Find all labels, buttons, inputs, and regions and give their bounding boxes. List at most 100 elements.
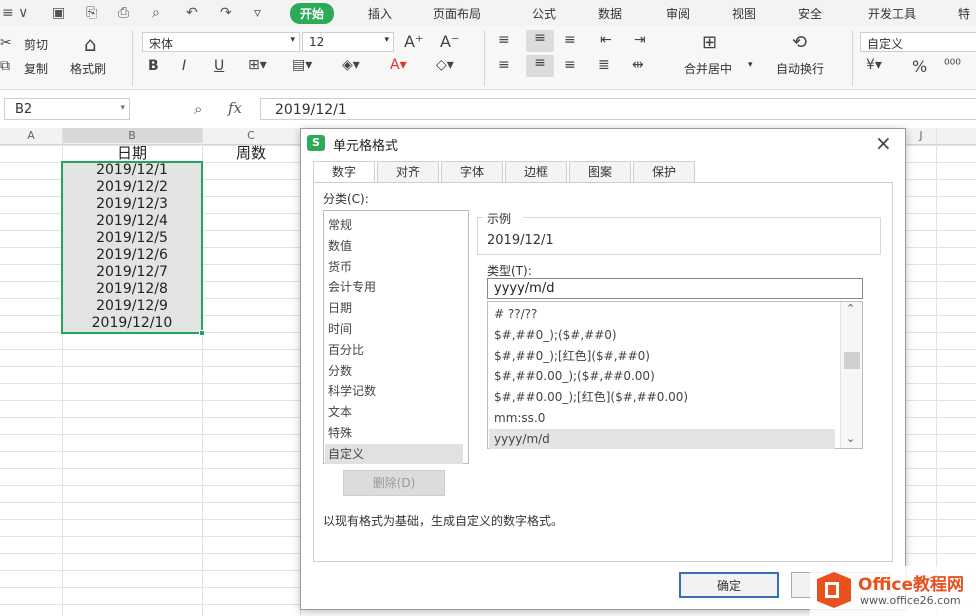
type-item[interactable]: # ??/?? <box>494 304 537 324</box>
redo-icon[interactable]: ↷ <box>220 5 232 21</box>
fill-handle[interactable] <box>199 330 205 336</box>
undo-icon[interactable]: ↶ <box>186 5 198 21</box>
type-item[interactable]: mm:ss.0 <box>494 408 545 428</box>
zoom-icon[interactable]: ⌕ <box>194 100 202 118</box>
type-item[interactable]: $#,##0.00_);[红色]($#,##0.00) <box>494 387 688 407</box>
category-item[interactable]: 货币 <box>328 257 352 277</box>
cut-button[interactable]: 剪切 <box>24 36 48 53</box>
align-middle-icon[interactable]: ≡ <box>526 30 554 52</box>
decrease-font-icon[interactable]: A⁻ <box>440 32 459 51</box>
category-item[interactable]: 数值 <box>328 236 352 256</box>
tab-home[interactable]: 开始 <box>290 3 335 24</box>
italic-icon[interactable]: I <box>182 58 186 74</box>
category-item[interactable]: 常规 <box>328 215 352 235</box>
scrollbar-thumb[interactable] <box>844 352 860 369</box>
justify-icon[interactable]: ≣ <box>598 57 610 73</box>
column-header-b[interactable]: B <box>62 128 202 143</box>
category-item[interactable]: 时间 <box>328 319 352 339</box>
category-item[interactable]: 分数 <box>328 361 352 381</box>
clear-icon[interactable]: ◇▾ <box>436 57 454 73</box>
category-item[interactable]: 自定义 <box>325 443 463 464</box>
tab-formulas[interactable]: 公式 <box>532 5 556 22</box>
merge-center-button[interactable]: 合并居中 <box>684 60 732 77</box>
tab-insert[interactable]: 插入 <box>368 5 392 22</box>
dialog-tab-alignment[interactable]: 对齐 <box>377 161 439 183</box>
cell-b1[interactable]: 日期 <box>62 145 202 162</box>
underline-icon[interactable]: U <box>214 58 224 74</box>
dialog-tab-pattern[interactable]: 图案 <box>569 161 631 183</box>
currency-icon[interactable]: ¥▾ <box>866 57 882 73</box>
scroll-down-icon[interactable]: ⌄ <box>846 432 855 445</box>
bold-icon[interactable]: B <box>148 58 159 74</box>
format-cells-dialog: S 单元格格式 × 数字 对齐 字体 边框 图案 保护 分类(C): 常规 数值货… <box>300 128 906 610</box>
increase-indent-icon[interactable]: ⇥ <box>634 32 646 48</box>
tab-more[interactable]: 特 <box>958 5 970 22</box>
ok-button[interactable]: 确定 <box>679 572 779 598</box>
export-icon[interactable]: ⎘ <box>86 5 97 21</box>
category-item[interactable]: 百分比 <box>328 340 364 360</box>
tab-view[interactable]: 视图 <box>732 5 756 22</box>
print-preview-icon[interactable]: ⌕ <box>152 5 160 21</box>
close-icon[interactable]: × <box>875 131 892 155</box>
category-item[interactable]: 日期 <box>328 298 352 318</box>
tab-page-layout[interactable]: 页面布局 <box>433 5 481 22</box>
tab-security[interactable]: 安全 <box>798 5 822 22</box>
align-top-icon[interactable]: ≡ <box>498 32 510 48</box>
chevron-down-icon[interactable]: ▾ <box>748 60 753 70</box>
copy-button[interactable]: 复制 <box>24 60 48 77</box>
scrollbar[interactable]: ⌃ ⌄ <box>840 302 862 448</box>
align-bottom-icon[interactable]: ≡ <box>564 32 576 48</box>
type-list[interactable]: ⌃ ⌄ # ??/?? $#,##0_);($#,##0) $#,##0_);[红色… <box>487 301 863 449</box>
name-box[interactable]: B2 ▾ <box>4 98 130 120</box>
type-item[interactable]: $#,##0.00_);($#,##0.00) <box>494 366 655 386</box>
tab-developer[interactable]: 开发工具 <box>868 5 916 22</box>
dialog-tab-number[interactable]: 数字 <box>313 161 375 183</box>
column-header-j[interactable]: J <box>906 129 936 142</box>
separator <box>132 30 133 86</box>
menu-chevron-icon[interactable]: ≡ ∨ <box>2 5 28 21</box>
percent-icon[interactable]: % <box>912 57 927 76</box>
sample-value: 2019/12/1 <box>487 233 554 248</box>
font-name-select[interactable]: 宋体 ▾ <box>142 32 300 52</box>
save-icon[interactable]: ▣ <box>52 5 65 21</box>
category-item[interactable]: 特殊 <box>328 423 352 443</box>
decrease-indent-icon[interactable]: ⇤ <box>600 32 612 48</box>
border-icon[interactable]: ⊞▾ <box>248 57 267 73</box>
dialog-tab-border[interactable]: 边框 <box>505 161 567 183</box>
function-icon[interactable]: fx <box>228 99 242 117</box>
dialog-tab-protection[interactable]: 保护 <box>633 161 695 183</box>
tab-data[interactable]: 数据 <box>598 5 622 22</box>
number-format-select[interactable]: 自定义 <box>860 32 976 52</box>
type-input[interactable] <box>487 278 863 299</box>
print-icon[interactable]: ⎙ <box>118 5 129 21</box>
scroll-up-icon[interactable]: ⌃ <box>846 302 855 315</box>
column-header-a[interactable]: A <box>0 129 62 142</box>
column-header-c[interactable]: C <box>202 129 300 142</box>
font-color-icon[interactable]: A▾ <box>390 57 407 73</box>
align-right-icon[interactable]: ≡ <box>564 57 576 73</box>
align-left-icon[interactable]: ≡ <box>498 57 510 73</box>
wrap-text-button[interactable]: 自动换行 <box>776 60 824 77</box>
thousands-icon[interactable]: ⁰⁰⁰ <box>944 57 961 73</box>
category-list[interactable]: 常规 数值 货币 会计专用 日期 时间 百分比 分数 科学记数 文本 特殊 自定义 <box>323 210 469 464</box>
customize-dropdown-icon[interactable]: ▿ <box>254 5 261 21</box>
type-item[interactable]: $#,##0_);[红色]($#,##0) <box>494 346 650 366</box>
type-item[interactable]: $#,##0_);($#,##0) <box>494 325 617 345</box>
font-size-select[interactable]: 12 ▾ <box>302 32 394 52</box>
category-item[interactable]: 会计专用 <box>328 277 376 297</box>
office-logo-icon <box>817 572 851 608</box>
dialog-tab-font[interactable]: 字体 <box>441 161 503 183</box>
increase-font-icon[interactable]: A⁺ <box>404 32 423 51</box>
cell-c1[interactable]: 周数 <box>202 145 300 162</box>
type-item[interactable]: yyyy/m/d <box>489 428 835 449</box>
category-item[interactable]: 科学记数 <box>328 381 376 401</box>
format-painter-button[interactable]: 格式刷 <box>70 60 106 77</box>
distribute-icon[interactable]: ⇹ <box>632 57 644 73</box>
align-center-icon[interactable]: ≡ <box>526 55 554 77</box>
delete-button[interactable]: 删除(D) <box>343 470 445 496</box>
fill-color-icon[interactable]: ◈▾ <box>342 57 360 73</box>
cell-style-icon[interactable]: ▤▾ <box>292 57 312 73</box>
formula-input[interactable]: 2019/12/1 <box>260 98 976 120</box>
category-item[interactable]: 文本 <box>328 402 352 422</box>
tab-review[interactable]: 审阅 <box>666 5 690 22</box>
